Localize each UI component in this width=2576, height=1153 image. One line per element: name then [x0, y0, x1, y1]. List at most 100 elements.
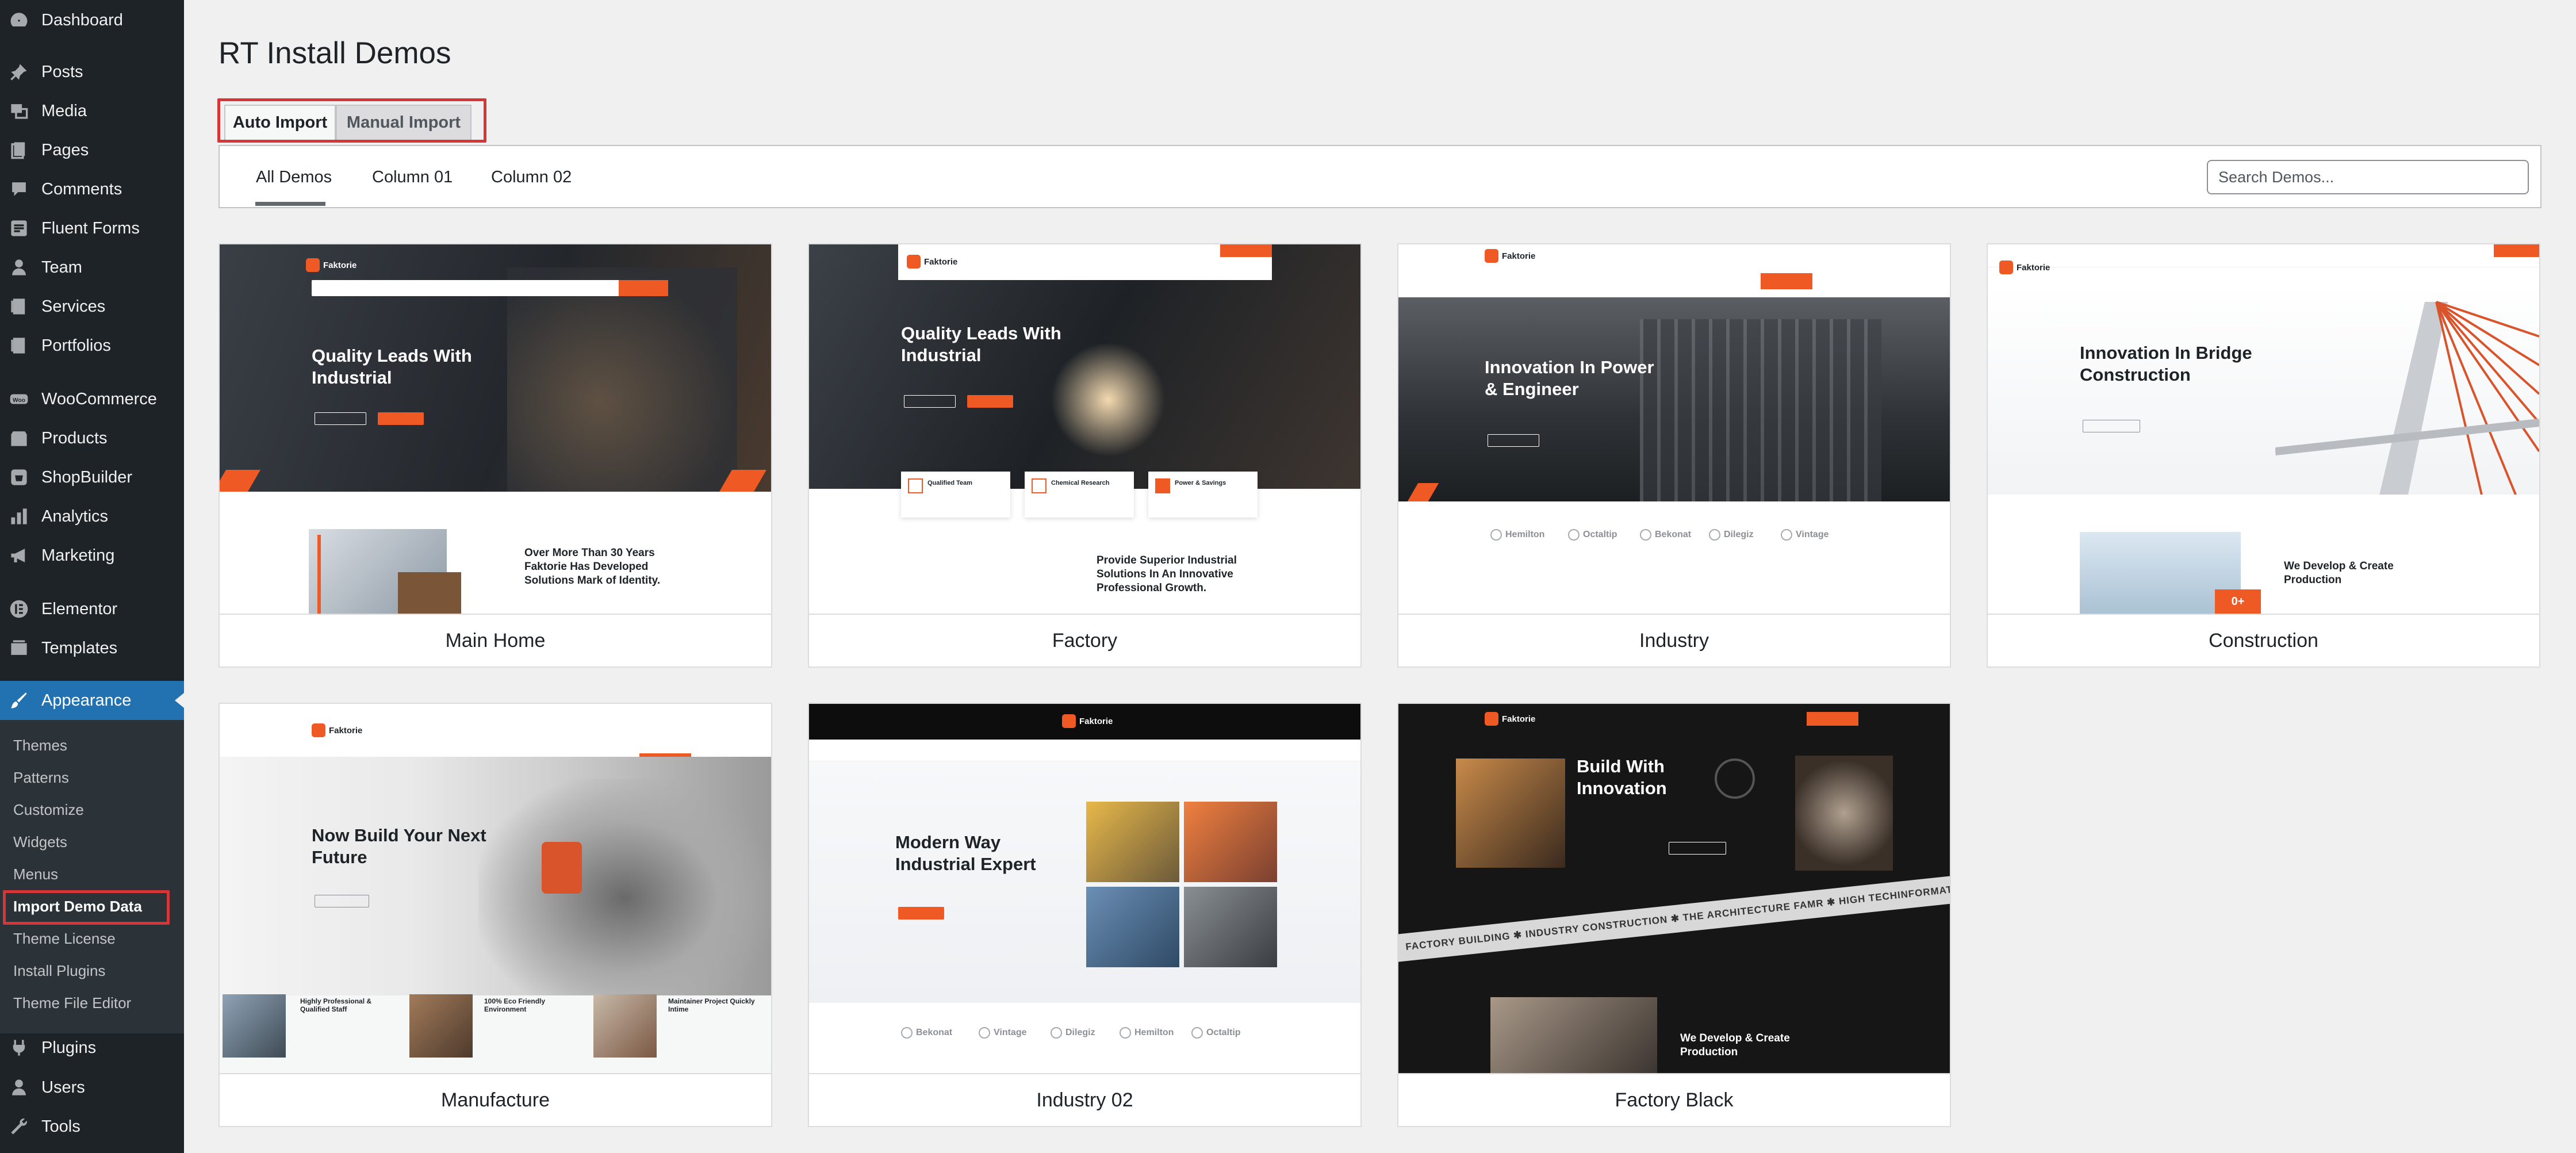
demo-thumbnail[interactable]: Faktorie Innovation In Power & Engineer … [1398, 244, 1950, 614]
sidebar-item-appearance[interactable]: Appearance [0, 681, 184, 720]
templates-icon [8, 637, 30, 659]
client-logo: Dilegiz [1051, 1027, 1095, 1039]
demo-thumbnail[interactable]: Faktorie Innovation In Bridge Constructi… [1988, 244, 2539, 614]
demo-thumbnail[interactable]: Faktorie Modern Way Industrial Expert Be… [809, 704, 1360, 1073]
filter-tab-all-demos[interactable]: All Demos [256, 168, 332, 187]
demo-name: Main Home [220, 614, 771, 666]
sidebar-item-label: Products [41, 428, 108, 447]
client-logo: Bekonat [1640, 529, 1691, 541]
sidebar-item-label: Dashboard [41, 10, 123, 29]
submenu-item-import-demo-data[interactable]: Import Demo Data [0, 890, 184, 922]
sidebar-item-users[interactable]: Users [0, 1068, 184, 1107]
demo-thumbnail[interactable]: Faktorie Now Build Your Next Future High… [220, 704, 771, 1073]
demo-hero-title: Innovation In Power & Engineer [1485, 357, 1654, 399]
megaphone-icon [8, 545, 30, 566]
sidebar-item-shopbuilder[interactable]: ShopBuilder [0, 458, 184, 497]
demo-hero-title: Modern Way Industrial Expert [895, 832, 1036, 874]
demo-card-factory[interactable]: Faktorie Quality Leads With Industrial Q… [808, 243, 1362, 668]
client-logo: Dilegiz [1709, 529, 1754, 541]
appearance-submenu: Themes Patterns Customize Widgets Menus … [0, 720, 184, 1033]
products-icon [8, 427, 30, 449]
demo-card-construction[interactable]: Faktorie Innovation In Bridge Constructi… [1987, 243, 2540, 668]
demo-logo: Faktorie [1062, 714, 1113, 728]
media-icon [8, 100, 30, 122]
sidebar-item-analytics[interactable]: Analytics [0, 497, 184, 536]
demo-hero-title: Now Build Your Next Future [312, 825, 486, 867]
sidebar-item-label: Fluent Forms [41, 219, 140, 238]
comment-icon [8, 178, 30, 200]
sidebar-item-label: Team [41, 258, 82, 277]
submenu-item-patterns[interactable]: Patterns [0, 761, 184, 794]
pin-icon [8, 61, 30, 83]
demo-card-industry-02[interactable]: Faktorie Modern Way Industrial Expert Be… [808, 703, 1362, 1127]
elementor-icon [8, 598, 30, 620]
search-demos-input[interactable] [2207, 160, 2529, 194]
sidebar-item-services[interactable]: Services [0, 287, 184, 326]
demo-card-industry[interactable]: Faktorie Innovation In Power & Engineer … [1397, 243, 1951, 668]
sidebar-item-label: ShopBuilder [41, 468, 132, 487]
sidebar-item-portfolios[interactable]: Portfolios [0, 326, 184, 365]
demo-logo: Faktorie [312, 723, 362, 737]
demo-name: Industry 02 [809, 1073, 1360, 1126]
demo-card-main-home[interactable]: Faktorie Quality Leads With Industrial O… [218, 243, 772, 668]
sidebar-item-label: Marketing [41, 546, 115, 565]
tab-auto-import[interactable]: Auto Import [224, 105, 336, 141]
sidebar-item-label: Media [41, 101, 87, 120]
demo-thumbnail[interactable]: Faktorie Quality Leads With Industrial Q… [809, 244, 1360, 614]
submenu-item-widgets[interactable]: Widgets [0, 826, 184, 858]
filter-tab-column-01[interactable]: Column 01 [372, 168, 453, 187]
sidebar-item-dashboard[interactable]: Dashboard [0, 1, 184, 40]
tab-manual-import[interactable]: Manual Import [336, 105, 471, 141]
demo-card-manufacture[interactable]: Faktorie Now Build Your Next Future High… [218, 703, 772, 1127]
demo-section-text: We Develop & Create Production [1680, 1032, 1790, 1058]
sidebar-item-media[interactable]: Media [0, 91, 184, 131]
demo-logo: Faktorie [1485, 249, 1535, 263]
demo-name: Industry [1398, 614, 1950, 666]
sidebar-item-posts[interactable]: Posts [0, 52, 184, 91]
sidebar-item-tools[interactable]: Tools [0, 1107, 184, 1146]
sidebar-item-comments[interactable]: Comments [0, 170, 184, 209]
client-logo: Hemilton [1490, 529, 1544, 541]
demo-thumbnail[interactable]: Faktorie Build With Innovation FACTORY B… [1398, 704, 1950, 1073]
team-icon [8, 256, 30, 278]
demo-hero-title: Quality Leads With Industrial [901, 323, 1061, 365]
client-logo: Octaltip [1191, 1027, 1241, 1039]
plug-icon [8, 1037, 30, 1059]
client-logo: Bekonat [901, 1027, 952, 1039]
filter-tab-column-02[interactable]: Column 02 [491, 168, 572, 187]
sidebar-item-label: Services [41, 297, 106, 316]
sidebar-item-woocommerce[interactable]: Woo WooCommerce [0, 380, 184, 419]
demo-thumbnail[interactable]: Faktorie Quality Leads With Industrial O… [220, 244, 771, 614]
sidebar-item-label: Analytics [41, 507, 109, 526]
sidebar-item-fluent-forms[interactable]: Fluent Forms [0, 209, 184, 248]
demo-hero-title: Quality Leads With Industrial [312, 346, 472, 388]
demo-section-text: Over More Than 30 Years Faktorie Has Dev… [524, 547, 661, 587]
client-logo: Vintage [1781, 529, 1829, 541]
submenu-item-customize[interactable]: Customize [0, 794, 184, 826]
sidebar-item-label: Portfolios [41, 336, 111, 355]
demo-name: Factory Black [1398, 1073, 1950, 1126]
sidebar-item-templates[interactable]: Templates [0, 629, 184, 668]
sidebar-item-label: Tools [41, 1117, 80, 1136]
sidebar-item-marketing[interactable]: Marketing [0, 536, 184, 575]
submenu-item-theme-file-editor[interactable]: Theme File Editor [0, 987, 184, 1019]
svg-text:Woo: Woo [13, 397, 25, 404]
submenu-item-menus[interactable]: Menus [0, 858, 184, 890]
sidebar-item-pages[interactable]: Pages [0, 131, 184, 170]
demo-name: Factory [809, 614, 1360, 666]
demo-card-factory-black[interactable]: Faktorie Build With Innovation FACTORY B… [1397, 703, 1951, 1127]
sidebar-item-elementor[interactable]: Elementor [0, 589, 184, 629]
submenu-item-theme-license[interactable]: Theme License [0, 922, 184, 955]
forms-icon [8, 217, 30, 239]
sidebar-item-products[interactable]: Products [0, 419, 184, 458]
demo-hero-title: Build With Innovation [1577, 756, 1667, 798]
demo-logo: Faktorie [1999, 261, 2050, 274]
sidebar-item-plugins[interactable]: Plugins [0, 1028, 184, 1067]
pages-icon [8, 139, 30, 161]
sidebar-item-label: Posts [41, 62, 83, 81]
submenu-item-themes[interactable]: Themes [0, 729, 184, 761]
sidebar-item-label: Users [41, 1078, 85, 1097]
sidebar-item-team[interactable]: Team [0, 248, 184, 287]
demo-logo: Faktorie [907, 255, 957, 269]
submenu-item-install-plugins[interactable]: Install Plugins [0, 955, 184, 987]
